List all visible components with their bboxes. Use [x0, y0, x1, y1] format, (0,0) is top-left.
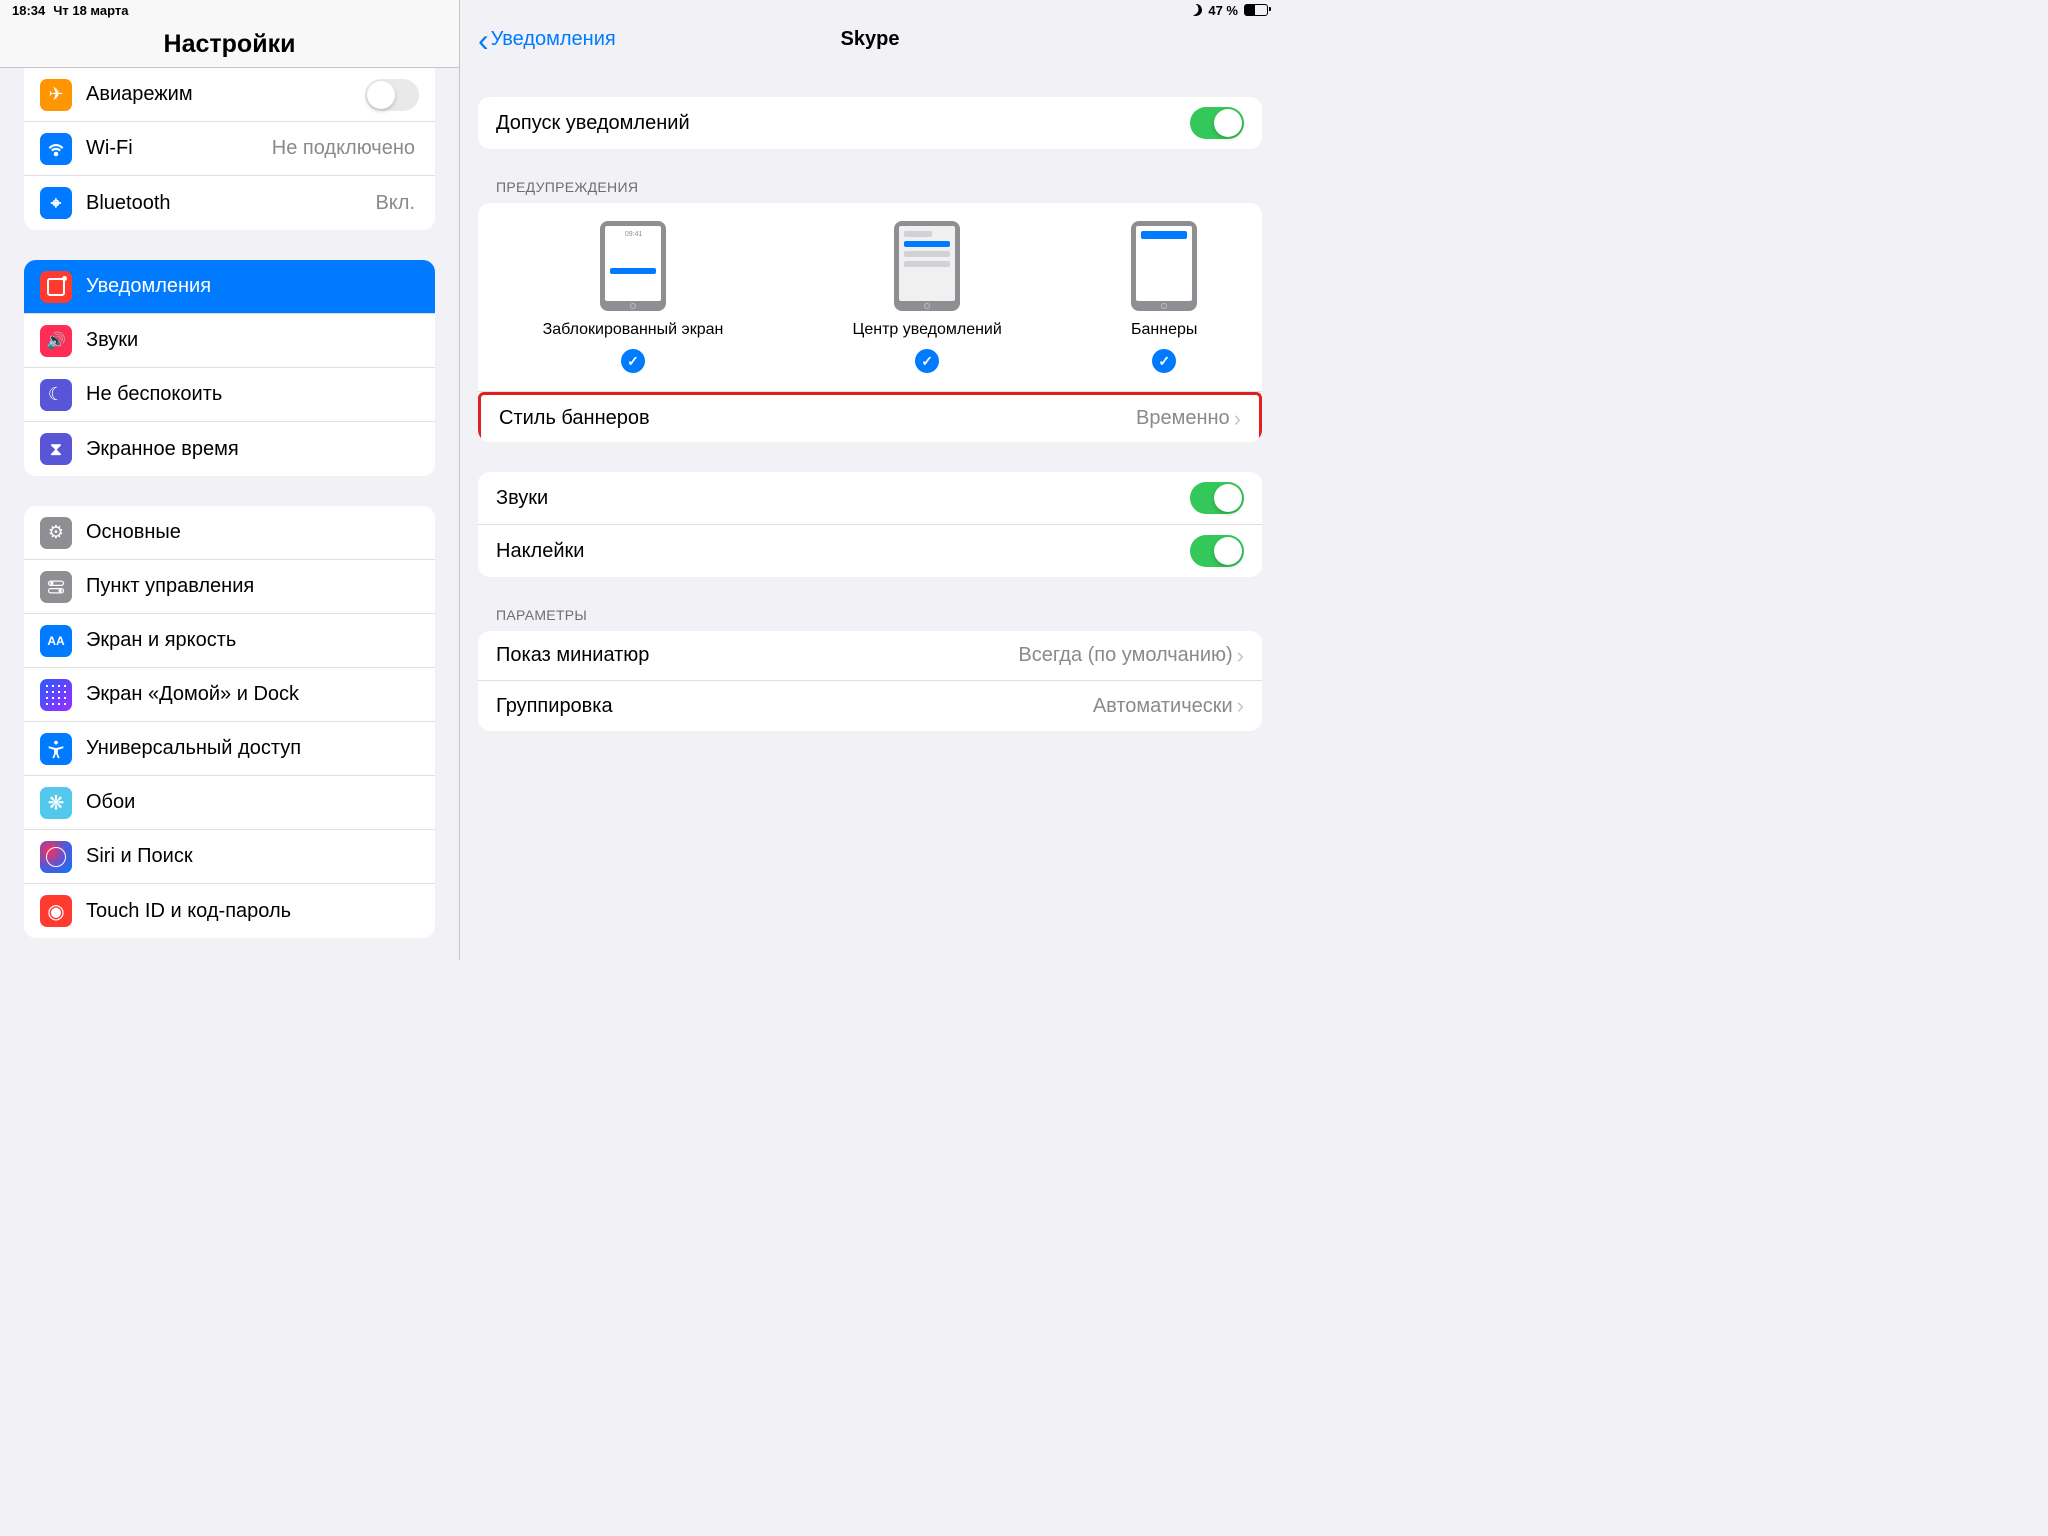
hourglass-icon: ⧗	[40, 433, 72, 465]
alert-style-notification-center[interactable]: Центр уведомлений ✓	[853, 221, 1002, 373]
gear-icon: ⚙	[40, 517, 72, 549]
settings-sidebar: Настройки ✈ Авиарежим Wi-Fi Не подключен…	[0, 0, 460, 960]
allow-notifications-row[interactable]: Допуск уведомлений	[478, 97, 1262, 149]
sidebar-item-display[interactable]: AA Экран и яркость	[24, 614, 435, 668]
home-grid-icon	[40, 679, 72, 711]
sidebar-item-siri[interactable]: Siri и Поиск	[24, 830, 435, 884]
show-previews-row[interactable]: Показ миниатюр Всегда (по умолчанию) ›	[478, 631, 1262, 681]
alerts-section-header: ПРЕДУПРЕЖДЕНИЯ	[478, 179, 1262, 203]
badges-row[interactable]: Наклейки	[478, 525, 1262, 577]
flower-icon	[40, 787, 72, 819]
dnd-status-icon	[1189, 2, 1204, 17]
battery-icon	[1244, 4, 1268, 16]
detail-pane: ‹ Уведомления Skype Допуск уведомлений П…	[460, 0, 1280, 960]
toggles-icon	[40, 571, 72, 603]
sounds-row[interactable]: Звуки	[478, 472, 1262, 525]
status-time: 18:34	[12, 3, 45, 18]
moon-icon: ☾	[40, 379, 72, 411]
banner-preview-icon	[1131, 221, 1197, 311]
grouping-row[interactable]: Группировка Автоматически ›	[478, 681, 1262, 731]
chevron-left-icon: ‹	[478, 32, 489, 48]
check-icon: ✓	[621, 349, 645, 373]
notifications-icon	[40, 271, 72, 303]
alert-style-banners[interactable]: Баннеры ✓	[1131, 221, 1197, 373]
sidebar-item-homescreen[interactable]: Экран «Домой» и Dock	[24, 668, 435, 722]
lockscreen-preview-icon: 09:41	[600, 221, 666, 311]
sidebar-item-screentime[interactable]: ⧗ Экранное время	[24, 422, 435, 476]
sidebar-title: Настройки	[0, 30, 459, 59]
notification-center-preview-icon	[894, 221, 960, 311]
display-icon: AA	[40, 625, 72, 657]
sidebar-item-dnd[interactable]: ☾ Не беспокоить	[24, 368, 435, 422]
chevron-right-icon: ›	[1234, 406, 1241, 432]
alert-style-lockscreen[interactable]: 09:41 Заблокированный экран ✓	[543, 221, 724, 373]
sidebar-item-sounds[interactable]: 🔊 Звуки	[24, 314, 435, 368]
chevron-right-icon: ›	[1237, 643, 1244, 669]
allow-notifications-toggle[interactable]	[1190, 107, 1244, 139]
sidebar-item-control-center[interactable]: Пункт управления	[24, 560, 435, 614]
chevron-right-icon: ›	[1237, 693, 1244, 719]
sidebar-item-touchid[interactable]: ◉ Touch ID и код-пароль	[24, 884, 435, 938]
bluetooth-icon: ⌖	[40, 187, 72, 219]
status-date: Чт 18 марта	[53, 3, 128, 18]
sidebar-item-bluetooth[interactable]: ⌖ Bluetooth Вкл.	[24, 176, 435, 230]
sounds-toggle[interactable]	[1190, 482, 1244, 514]
check-icon: ✓	[1152, 349, 1176, 373]
sounds-icon: 🔊	[40, 325, 72, 357]
page-title: Skype	[841, 28, 900, 51]
params-section-header: ПАРАМЕТРЫ	[478, 607, 1262, 631]
siri-icon	[40, 841, 72, 873]
sidebar-item-wallpaper[interactable]: Обои	[24, 776, 435, 830]
airplane-icon: ✈	[40, 79, 72, 111]
status-bar: 18:34 Чт 18 марта 47 %	[0, 0, 1280, 20]
sidebar-item-wifi[interactable]: Wi-Fi Не подключено	[24, 122, 435, 176]
badges-toggle[interactable]	[1190, 535, 1244, 567]
back-button[interactable]: ‹ Уведомления	[478, 28, 616, 51]
sidebar-item-accessibility[interactable]: Универсальный доступ	[24, 722, 435, 776]
banner-style-row[interactable]: Стиль баннеров Временно ›	[478, 392, 1262, 442]
airplane-toggle[interactable]	[365, 79, 419, 111]
sidebar-item-airplane[interactable]: ✈ Авиарежим	[24, 68, 435, 122]
check-icon: ✓	[915, 349, 939, 373]
sidebar-item-general[interactable]: ⚙ Основные	[24, 506, 435, 560]
fingerprint-icon: ◉	[40, 895, 72, 927]
accessibility-icon	[40, 733, 72, 765]
wifi-icon	[40, 133, 72, 165]
sidebar-item-notifications[interactable]: Уведомления	[24, 260, 435, 314]
battery-percent: 47 %	[1208, 3, 1238, 18]
